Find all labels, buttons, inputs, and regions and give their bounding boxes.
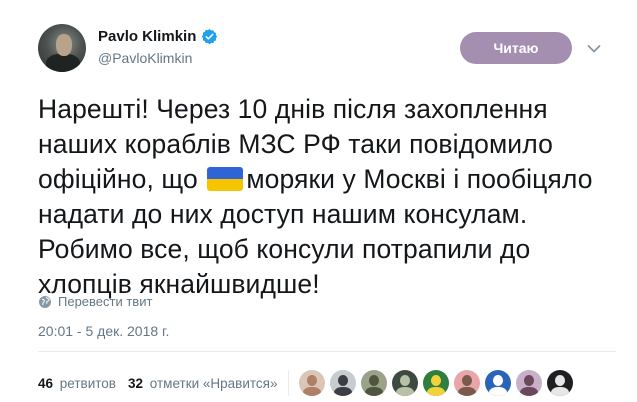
liker-avatar-7[interactable] [485,370,512,396]
translate-label[interactable]: Перевести твит [58,294,152,309]
ukraine-flag-icon [207,167,244,191]
divider [38,351,616,352]
liker-avatar-figure [462,375,473,386]
liker-avatar-figure [338,375,349,386]
liker-avatar-figure [369,375,380,386]
likes-stat[interactable]: 32 отметки «Нравится» [128,376,278,391]
liker-avatar-9[interactable] [547,370,574,396]
liker-avatar-figure-body [365,387,384,396]
verified-badge-icon [202,29,218,45]
avatar-body [46,54,80,72]
liker-avatar-2[interactable] [330,370,357,396]
tweet-text: Нарешті! Через 10 днів після захоплення … [38,92,618,302]
follow-button[interactable]: Читаю [460,32,572,64]
liker-avatar-figure [400,375,411,386]
liker-avatar-figure-body [458,387,477,396]
chevron-down-icon[interactable] [587,44,601,54]
retweets-count: 46 [38,375,54,391]
author-avatar[interactable] [38,24,86,72]
liker-avatar-figure [307,375,318,386]
liker-avatar-4[interactable] [392,370,419,396]
tweet-stats: 46 ретвитов 32 отметки «Нравится» [38,370,578,396]
likers-list [299,370,578,396]
liker-avatar-figure-body [334,387,353,396]
globe-icon [39,295,51,308]
likes-label: отметки «Нравится» [149,375,278,391]
liker-avatar-figure-body [489,387,508,396]
author-name-row: Pavlo Klimkin [98,28,218,45]
tweet-timestamp[interactable]: 20:01 - 5 дек. 2018 г. [38,323,169,339]
retweets-label: ретвитов [59,375,116,391]
liker-avatar-3[interactable] [361,370,388,396]
stats-separator [288,370,290,396]
author-handle[interactable]: @PavloKlimkin [98,50,192,66]
liker-avatar-figure [431,375,442,386]
retweets-stat[interactable]: 46 ретвитов [38,376,116,391]
liker-avatar-1[interactable] [299,370,326,396]
tweet-header: Pavlo Klimkin @PavloKlimkin Читаю [38,24,618,76]
liker-avatar-figure [493,375,504,386]
liker-avatar-figure-body [396,387,415,396]
liker-avatar-5[interactable] [423,370,450,396]
liker-avatar-figure-body [427,387,446,396]
translate-link[interactable]: Перевести твит [38,294,152,309]
avatar-face [56,34,72,56]
likes-count: 32 [127,375,144,391]
liker-avatar-figure [555,375,566,386]
liker-avatar-8[interactable] [516,370,543,396]
liker-avatar-figure-body [551,387,570,396]
liker-avatar-figure-body [520,387,539,396]
liker-avatar-figure [524,375,535,386]
liker-avatar-6[interactable] [454,370,481,396]
liker-avatar-figure-body [303,387,322,396]
author-display-name[interactable]: Pavlo Klimkin [98,28,196,45]
